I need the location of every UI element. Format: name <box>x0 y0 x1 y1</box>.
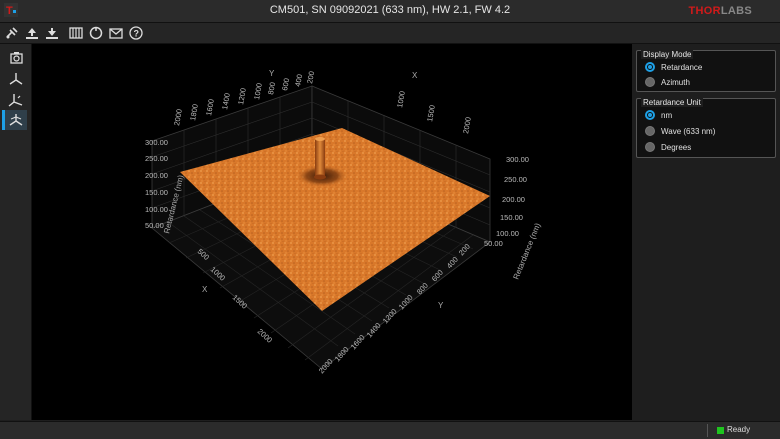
svg-text:200.00: 200.00 <box>502 195 525 204</box>
surface-plot-3d[interactable]: Retardance (nm) Retardance (nm) Y X X Y … <box>32 44 632 420</box>
svg-text:600: 600 <box>280 77 291 91</box>
help-icon[interactable]: ? <box>128 25 144 41</box>
svg-text:50.00: 50.00 <box>145 221 164 230</box>
thorlabs-logo: THORLABS <box>688 5 752 17</box>
svg-text:50.00: 50.00 <box>484 239 503 248</box>
display-mode-title: Display Mode <box>641 50 694 59</box>
window-title: CM501, SN 09092021 (633 nm), HW 2.1, FW … <box>269 4 511 16</box>
retardance-unit-title: Retardance Unit <box>641 98 703 107</box>
svg-text:2000: 2000 <box>461 116 473 134</box>
svg-text:100.00: 100.00 <box>496 229 519 238</box>
x-axis-label-back: X <box>412 71 418 80</box>
svg-text:?: ? <box>134 29 140 39</box>
display-mode-group: Display Mode Retardance Azimuth <box>636 50 776 92</box>
svg-text:250.00: 250.00 <box>504 175 527 184</box>
view-sidebar <box>0 44 32 420</box>
control-panel: Display Mode Retardance Azimuth Retardan… <box>636 46 776 416</box>
svg-text:150.00: 150.00 <box>500 213 523 222</box>
title-bar: T CM501, SN 09092021 (633 nm), HW 2.1, F… <box>0 0 780 23</box>
download-icon[interactable] <box>44 25 60 41</box>
svg-text:250.00: 250.00 <box>145 154 168 163</box>
svg-text:200.00: 200.00 <box>145 171 168 180</box>
upload-icon[interactable] <box>24 25 40 41</box>
plot-canvas[interactable]: Retardance (nm) Retardance (nm) Y X X Y … <box>32 44 632 420</box>
toolbar: ? <box>0 23 780 44</box>
retardance-peak <box>315 139 325 177</box>
grid-icon[interactable] <box>68 25 84 41</box>
axes-3d-icon[interactable] <box>5 69 27 89</box>
y-axis-label-back: Y <box>269 69 275 78</box>
surface-3d-view-button[interactable] <box>2 110 27 130</box>
mail-icon[interactable] <box>108 25 124 41</box>
axes-3d-alt-icon[interactable] <box>5 90 27 110</box>
svg-text:1200: 1200 <box>236 87 248 105</box>
svg-text:800: 800 <box>266 81 277 95</box>
svg-text:300.00: 300.00 <box>506 155 529 164</box>
y-axis-label-front: Y <box>438 301 444 310</box>
svg-text:2000: 2000 <box>256 327 274 345</box>
z-ticks-right: 300.00 250.00 200.00 150.00 100.00 50.00 <box>484 155 529 248</box>
svg-text:300.00: 300.00 <box>145 138 168 147</box>
svg-text:1400: 1400 <box>220 92 232 110</box>
camera-icon[interactable] <box>5 48 27 68</box>
svg-text:1800: 1800 <box>188 103 200 121</box>
retardance-unit-group: Retardance Unit nm Wave (633 nm) Degrees <box>636 98 776 158</box>
svg-text:400: 400 <box>293 73 304 87</box>
status-indicator-icon <box>717 427 724 434</box>
svg-text:2000: 2000 <box>172 108 184 126</box>
x-axis-label-front: X <box>202 285 208 294</box>
svg-text:200: 200 <box>305 70 316 84</box>
connect-icon[interactable] <box>4 25 20 41</box>
svg-text:1000: 1000 <box>395 90 407 108</box>
surface-3d-icon <box>9 114 23 126</box>
svg-text:1500: 1500 <box>425 104 437 122</box>
svg-text:1000: 1000 <box>252 82 264 100</box>
svg-text:100.00: 100.00 <box>145 205 168 214</box>
status-bar: Ready <box>0 421 780 439</box>
svg-text:1600: 1600 <box>204 98 216 116</box>
status-text: Ready <box>727 425 751 434</box>
reset-icon[interactable] <box>88 25 104 41</box>
svg-text:150.00: 150.00 <box>145 188 168 197</box>
